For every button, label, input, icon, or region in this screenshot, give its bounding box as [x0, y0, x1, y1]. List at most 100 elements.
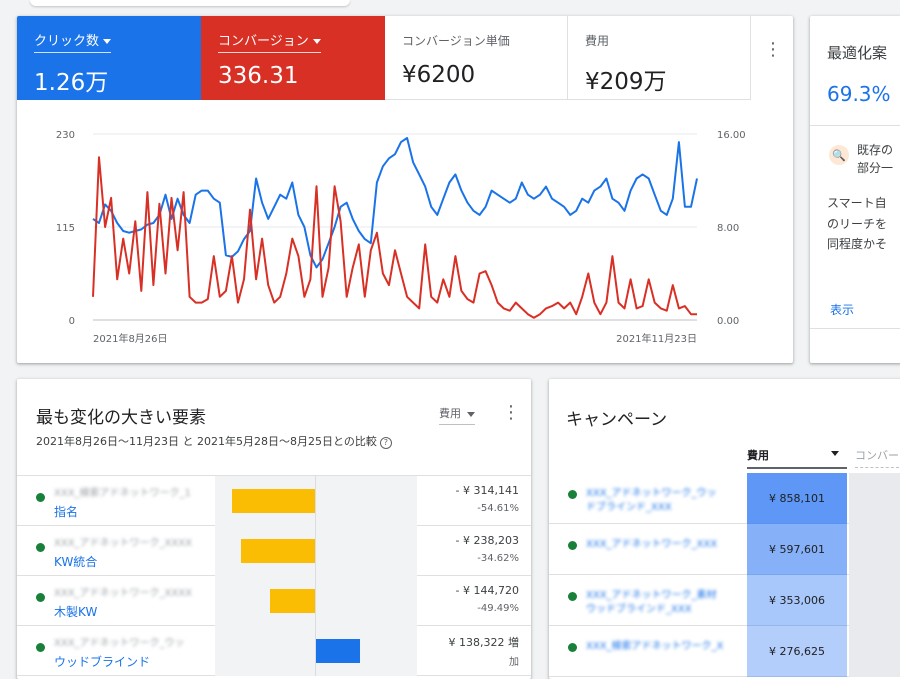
status-enabled-icon [568, 592, 577, 601]
change-bar [241, 539, 315, 563]
table-row[interactable]: XXX_アドネットワーク_XXXX 木製KW - ¥ 144,720 -49.4… [17, 576, 531, 626]
top-bar-fragment [30, 0, 350, 6]
ad-group-link[interactable]: ウッドブラインド [54, 653, 150, 670]
sort-down-icon [831, 451, 839, 456]
campaigns-card: キャンペーン 費用 コンバー XXX_アドネットワーク_ウッ ドブラインド_XXX… [549, 379, 900, 679]
recommendation-text-1: 既存の [857, 143, 894, 157]
change-value: - ¥ 314,141 [455, 484, 519, 497]
change-bar [270, 589, 315, 613]
x-axis-end-label: 2021年11月23日 [616, 332, 697, 345]
change-percent: -49.49% [477, 603, 519, 614]
cost-cell: ¥ 276,625 [747, 626, 847, 677]
table-row[interactable]: XXX_アドネットワーク_XXX ¥ 597,601 [549, 524, 900, 575]
left-axis-tick-label: 0 [69, 316, 75, 327]
change-bar-area [215, 476, 417, 526]
ad-group-link[interactable]: 指名 [54, 503, 78, 520]
change-bar-area [215, 526, 417, 576]
x-axis-start-label: 2021年8月26日 [93, 332, 168, 345]
next-column-cell [849, 626, 900, 677]
change-percent: -54.61% [477, 503, 519, 514]
blurred-campaign-name: XXX_アドネットワーク_XXXX [54, 588, 192, 599]
column-header-conversions[interactable]: コンバー [855, 447, 899, 468]
more-options-icon[interactable]: ⋮ [761, 38, 785, 62]
next-column-cell [849, 473, 900, 524]
change-value: ¥ 138,322 増 [448, 636, 519, 649]
status-enabled-icon [568, 541, 577, 550]
cost-cell: ¥ 353,006 [747, 575, 847, 626]
metric-conversions-label: コンバージョン [218, 30, 321, 53]
table-row[interactable]: XXX_検索アドネットワーク_X ¥ 276,625 [549, 626, 900, 677]
next-column-cell [849, 575, 900, 626]
comparison-subtitle: 2021年8月26日～11月23日 と 2021年5月28日～8月25日との比較… [36, 433, 392, 449]
biggest-changes-title: 最も変化の大きい要素 [36, 408, 206, 428]
metric-cost-value: ¥209万 [585, 69, 667, 95]
change-bar-area [215, 626, 417, 676]
metric-cpc-label: コンバージョン単価 [402, 34, 510, 48]
campaign-name-link[interactable]: XXX_アドネットワーク_素材 ウッドブラインド_XXX [586, 589, 717, 617]
campaign-name-link[interactable]: XXX_検索アドネットワーク_X [586, 640, 723, 654]
ad-group-link[interactable]: KW統合 [54, 553, 97, 570]
right-axis-tick-label: 16.00 [717, 130, 746, 141]
blurred-campaign-name: XXX_検索アドネットワーク_1 [54, 488, 191, 499]
metric-cost-per-conversion-tab[interactable]: コンバージョン単価 ¥6200 [385, 16, 568, 100]
recommendation-desc-2: のリーチを [827, 217, 888, 231]
change-value: - ¥ 238,203 [455, 534, 519, 547]
blurred-campaign-name: XXX_アドネットワーク_ウッ [54, 638, 185, 649]
recommendation-desc-1: スマート自 [827, 196, 887, 210]
status-enabled-icon [36, 593, 45, 602]
right-axis-tick-label: 0.00 [717, 316, 739, 327]
metric-cost-label: 費用 [585, 34, 610, 48]
bar-baseline [315, 576, 316, 626]
divider [810, 125, 900, 126]
table-row[interactable]: XXX_アドネットワーク_XXXX KW統合 - ¥ 238,203 -34.6… [17, 526, 531, 576]
view-link[interactable]: 表示 [830, 301, 854, 318]
status-enabled-icon [36, 643, 45, 652]
campaign-name-link[interactable]: XXX_アドネットワーク_ウッ ドブラインド_XXX [586, 487, 717, 515]
metric-conversions-value: 336.31 [218, 63, 299, 89]
left-axis-tick-label: 115 [56, 223, 75, 234]
status-enabled-icon [36, 543, 45, 552]
optimization-score-card: 最適化案 69.3% 🔍 既存の 部分一 スマート自 のリーチを 同程度かそ 表… [810, 16, 900, 363]
change-bar [232, 489, 315, 513]
chevron-down-icon [312, 39, 321, 44]
right-axis-tick-label: 8.00 [717, 223, 739, 234]
column-header-cost[interactable]: 費用 [747, 447, 847, 469]
table-row[interactable]: XXX_検索アドネットワーク_1 指名 - ¥ 314,141 -54.61% [17, 476, 531, 526]
biggest-changes-card: 最も変化の大きい要素 2021年8月26日～11月23日 と 2021年5月28… [17, 379, 531, 679]
recommendation-desc-3: 同程度かそ [827, 237, 888, 251]
divider [810, 328, 900, 329]
metric-conversions-tab[interactable]: コンバージョン 336.31 [201, 16, 385, 100]
ad-group-link[interactable]: 木製KW [54, 603, 97, 620]
metric-selector[interactable]: 費用 [439, 405, 475, 425]
optimization-score-value: 69.3% [827, 82, 891, 106]
metric-clicks-tab[interactable]: クリック数 1.26万 [17, 16, 201, 100]
campaigns-title: キャンペーン [566, 410, 668, 430]
table-row[interactable]: XXX_アドネットワーク_ウッ ドブラインド_XXX ¥ 858,101 [549, 473, 900, 524]
metric-cost-tab[interactable]: 費用 ¥209万 [568, 16, 751, 100]
blurred-campaign-name: XXX_アドネットワーク_XXXX [54, 538, 192, 549]
search-icon: 🔍 [829, 145, 849, 165]
bar-baseline [315, 476, 316, 526]
metric-clicks-label: クリック数 [34, 30, 112, 53]
bar-baseline [315, 526, 316, 576]
more-options-icon[interactable]: ⋮ [499, 401, 523, 425]
status-enabled-icon [568, 490, 577, 499]
change-value: - ¥ 144,720 [455, 584, 519, 597]
help-icon[interactable]: ? [379, 437, 392, 449]
change-percent: -34.62% [477, 553, 519, 564]
change-bar [316, 639, 360, 663]
recommendation-text-2: 部分一 [857, 161, 894, 175]
line-chart: 230 115 0 16.00 8.00 0.00 2021年8月26日 2021年11月23… [56, 130, 746, 345]
chevron-down-icon [103, 39, 112, 44]
left-axis-tick-label: 230 [56, 130, 75, 141]
table-row[interactable]: XXX_アドネットワーク_ウッ ウッドブラインド ¥ 138,322 増 加 [17, 626, 531, 676]
campaign-name-link[interactable]: XXX_アドネットワーク_XXX [586, 538, 717, 552]
change-bar-area [215, 576, 417, 626]
chevron-down-icon [467, 411, 475, 417]
performance-chart-card: クリック数 1.26万 コンバージョン 336.31 コンバージョン単価 ¥62… [17, 16, 793, 363]
table-row[interactable]: XXX_アドネットワーク_素材 ウッドブラインド_XXX ¥ 353,006 [549, 575, 900, 626]
metric-cpc-value: ¥6200 [402, 62, 476, 88]
metric-clicks-value: 1.26万 [34, 70, 109, 96]
cost-cell: ¥ 597,601 [747, 524, 847, 575]
optimization-title: 最適化案 [827, 44, 888, 62]
